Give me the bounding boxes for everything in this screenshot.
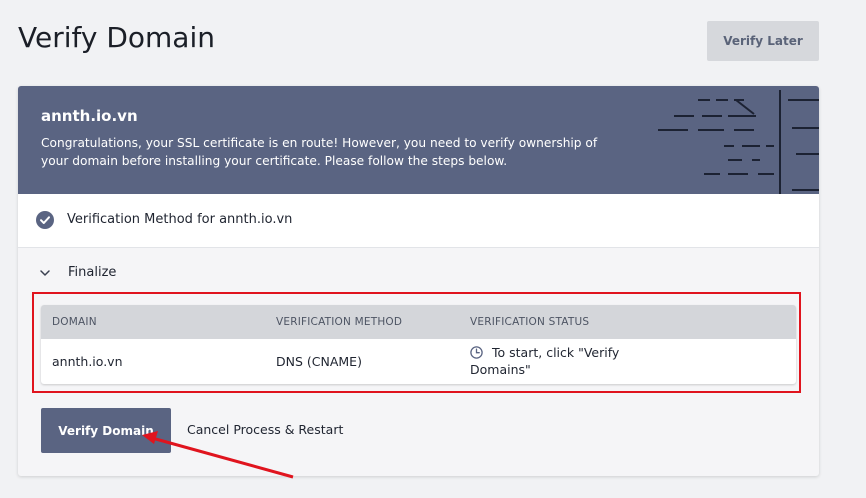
banner-message: Congratulations, your SSL certificate is… (41, 136, 598, 168)
cell-status: To start, click "Verify Domains" (470, 345, 620, 377)
cancel-restart-link[interactable]: Cancel Process & Restart (187, 421, 343, 439)
step-verification-method[interactable]: Verification Method for annth.io.vn (18, 194, 819, 248)
cell-method: DNS (CNAME) (276, 354, 362, 369)
column-header-domain: DOMAIN (52, 316, 97, 328)
table-header: DOMAIN VERIFICATION METHOD VERIFICATION … (41, 305, 796, 339)
column-header-status: VERIFICATION STATUS (470, 316, 590, 328)
step-method-label: Verification Method for annth.io.vn (67, 212, 293, 227)
verification-table: DOMAIN VERIFICATION METHOD VERIFICATION … (41, 305, 796, 384)
cell-domain: annth.io.vn (52, 354, 123, 369)
page-title: Verify Domain (18, 21, 215, 54)
chevron-down-icon[interactable] (39, 268, 51, 278)
banner-domain: annth.io.vn (41, 107, 138, 125)
check-circle-icon (36, 211, 54, 229)
banner: annth.io.vn Congratulations, your SSL ce… (18, 86, 819, 194)
verify-domain-button[interactable]: Verify Domain (41, 408, 171, 453)
decorative-lines-icon (658, 90, 819, 194)
column-header-method: VERIFICATION METHOD (276, 316, 403, 328)
step-finalize-label: Finalize (68, 265, 117, 280)
step-finalize[interactable]: Finalize (18, 248, 819, 288)
verify-later-button[interactable]: Verify Later (707, 21, 819, 61)
